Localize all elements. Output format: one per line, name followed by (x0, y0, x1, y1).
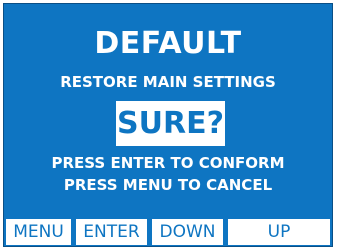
instruction-menu: PRESS MENU TO CANCEL (63, 176, 273, 194)
screen-title: DEFAULT (94, 26, 242, 61)
down-button[interactable]: DOWN (152, 219, 223, 245)
confirm-prompt: SURE? (116, 101, 225, 146)
device-screen: DEFAULT RESTORE MAIN SETTINGS SURE? PRES… (3, 3, 333, 247)
softkey-bar: MENU ENTER DOWN UP (4, 219, 332, 246)
enter-button[interactable]: ENTER (76, 219, 147, 245)
menu-button[interactable]: MENU (6, 219, 71, 245)
instruction-enter: PRESS ENTER TO CONFORM (51, 154, 285, 172)
screen-subtitle: RESTORE MAIN SETTINGS (60, 73, 276, 91)
up-button[interactable]: UP (228, 219, 330, 245)
